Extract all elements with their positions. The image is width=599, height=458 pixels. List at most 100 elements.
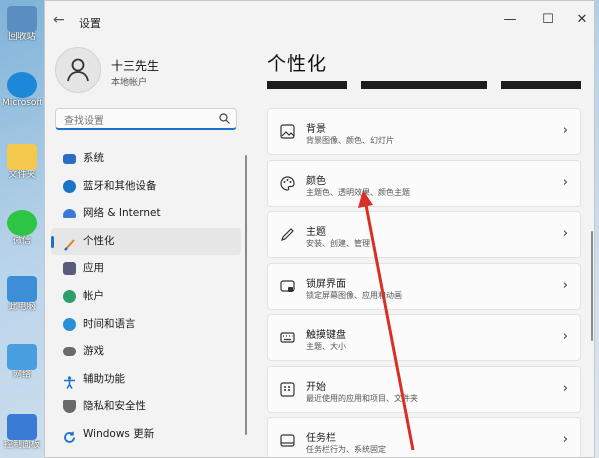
search-icon <box>219 113 230 124</box>
chevron-right-icon: › <box>562 123 568 138</box>
start-icon <box>280 381 295 397</box>
theme-preview[interactable] <box>501 81 581 89</box>
sidebar-item-label: 帐户 <box>83 289 104 302</box>
desktop-icon-recycle-bin[interactable]: 回收站 <box>2 6 42 43</box>
card-title: 主题 <box>306 227 326 238</box>
settings-cards: 背景 背景图像、颜色、幻灯片 › 颜色 主题色、透明效果、颜色主题 › 主题 安… <box>267 108 581 457</box>
sidebar-item-gaming[interactable]: 游戏 <box>51 338 241 366</box>
search-input[interactable] <box>62 115 216 128</box>
card-lock-screen[interactable]: 锁屏界面 锁定屏幕图像、应用和动画 › <box>267 262 581 310</box>
update-icon <box>63 428 76 443</box>
wechat-icon <box>7 210 37 236</box>
sidebar-item-label: 时间和语言 <box>83 317 136 330</box>
recycle-bin-icon <box>7 6 37 32</box>
person-icon <box>63 289 76 303</box>
window-title: 设置 <box>79 17 101 30</box>
sidebar-scrollbar[interactable] <box>245 155 247 435</box>
card-themes[interactable]: 主题 安装、创建、管理 › <box>267 211 581 258</box>
folder-icon <box>7 144 37 170</box>
theme-preview[interactable] <box>267 81 347 89</box>
desktop-icon-this-pc[interactable]: 此电脑 <box>2 276 42 313</box>
desktop-icon-control-panel[interactable]: 控制面板 <box>2 414 42 451</box>
sidebar-nav: 系统 蓝牙和其他设备 网络 & Internet 个性化 应用 帐户 时间和语言 <box>51 145 241 449</box>
card-taskbar[interactable]: 任务栏 任务栏行为、系统固定 › <box>267 417 581 457</box>
card-title: 锁屏界面 <box>306 278 346 290</box>
card-title: 触摸键盘 <box>306 330 346 341</box>
network-icon <box>7 344 37 370</box>
accessibility-icon <box>63 373 76 389</box>
chevron-right-icon: › <box>562 329 568 344</box>
settings-window: ← 设置 — ☐ ✕ 十三先生 本地帐户 系统 蓝牙和其他设备 <box>44 0 595 458</box>
desktop-icon-network[interactable]: 网络 <box>2 344 42 381</box>
brush-icon <box>63 235 76 251</box>
sidebar-item-personalization[interactable]: 个性化 <box>51 227 241 256</box>
maximize-button[interactable]: ☐ <box>538 12 558 27</box>
sidebar-item-accessibility[interactable]: 辅助功能 <box>51 366 241 394</box>
sidebar-item-label: 个性化 <box>83 234 115 247</box>
chevron-right-icon: › <box>562 174 568 190</box>
control-panel-icon <box>7 414 37 440</box>
content-scrollbar[interactable] <box>591 231 593 341</box>
user-profile[interactable]: 十三先生 本地帐户 <box>55 47 255 95</box>
chevron-right-icon: › <box>562 380 568 396</box>
sidebar-item-bluetooth[interactable]: 蓝牙和其他设备 <box>51 173 241 201</box>
sidebar-item-apps[interactable]: 应用 <box>51 255 241 283</box>
lockscreen-icon <box>280 279 295 292</box>
person-icon <box>67 58 89 82</box>
card-colors[interactable]: 颜色 主题色、透明效果、颜色主题 › <box>267 159 581 207</box>
close-button[interactable]: ✕ <box>572 12 592 27</box>
card-start[interactable]: 开始 最近使用的应用和项目、文件夹 › <box>267 365 581 413</box>
sidebar-item-network[interactable]: 网络 & Internet <box>51 200 241 228</box>
account-type: 本地帐户 <box>111 78 148 88</box>
minimize-button[interactable]: — <box>500 12 520 27</box>
card-title: 背景 <box>306 124 326 135</box>
sidebar-item-label: 网络 & Internet <box>83 207 161 220</box>
image-icon <box>280 124 295 139</box>
card-subtitle: 背景图像、颜色、幻灯片 <box>306 136 394 145</box>
search-box[interactable] <box>55 108 237 130</box>
sidebar-item-label: 系统 <box>83 152 104 164</box>
chevron-right-icon: › <box>562 277 568 293</box>
wifi-icon <box>63 209 76 219</box>
shield-icon <box>63 400 76 414</box>
card-title: 开始 <box>306 381 326 393</box>
card-subtitle: 主题、大小 <box>306 342 346 351</box>
desktop-icon-folder[interactable]: 文件夹 <box>2 144 42 181</box>
keyboard-icon <box>280 332 295 343</box>
card-title: 任务栏 <box>306 433 336 444</box>
gamepad-icon <box>63 347 76 357</box>
chevron-right-icon: › <box>562 432 568 447</box>
sidebar-item-windows-update[interactable]: Windows 更新 <box>51 421 241 449</box>
taskbar-icon <box>280 434 295 447</box>
theme-previews <box>267 81 581 89</box>
computer-icon <box>7 276 37 302</box>
desktop-icons: 回收站 Microsoft Edge 文件夹 微信 此电脑 网络 控制面板 <box>0 0 44 458</box>
sidebar-item-accounts[interactable]: 帐户 <box>51 283 241 311</box>
card-subtitle: 最近使用的应用和项目、文件夹 <box>306 393 418 403</box>
globe-clock-icon <box>63 317 76 331</box>
pen-icon <box>281 228 294 241</box>
user-name: 十三先生 <box>111 59 160 73</box>
apps-icon <box>63 262 76 276</box>
bluetooth-icon <box>63 179 76 193</box>
card-title: 颜色 <box>306 175 326 187</box>
palette-icon <box>280 175 295 191</box>
theme-preview[interactable] <box>361 81 487 89</box>
back-arrow-icon[interactable]: ← <box>53 12 65 28</box>
card-background[interactable]: 背景 背景图像、颜色、幻灯片 › <box>267 108 581 155</box>
sidebar-item-time-language[interactable]: 时间和语言 <box>51 311 241 339</box>
sidebar-item-label: 游戏 <box>83 345 104 358</box>
title-bar: ← 设置 — ☐ ✕ <box>45 1 594 39</box>
sidebar-item-label: 应用 <box>83 262 104 275</box>
card-touch-keyboard[interactable]: 触摸键盘 主题、大小 › <box>267 314 581 361</box>
card-subtitle: 任务栏行为、系统固定 <box>306 445 386 454</box>
sidebar-item-system[interactable]: 系统 <box>51 145 241 173</box>
sidebar-item-label: 隐私和安全性 <box>83 400 146 413</box>
desktop-icon-wechat[interactable]: 微信 <box>2 210 42 247</box>
sidebar-item-label: 辅助功能 <box>83 372 125 385</box>
desktop-icon-edge[interactable]: Microsoft Edge <box>2 72 42 109</box>
sidebar-item-label: 蓝牙和其他设备 <box>83 179 157 192</box>
edge-icon <box>7 72 37 98</box>
sidebar-item-privacy[interactable]: 隐私和安全性 <box>51 393 241 421</box>
page-title: 个性化 <box>267 53 328 75</box>
